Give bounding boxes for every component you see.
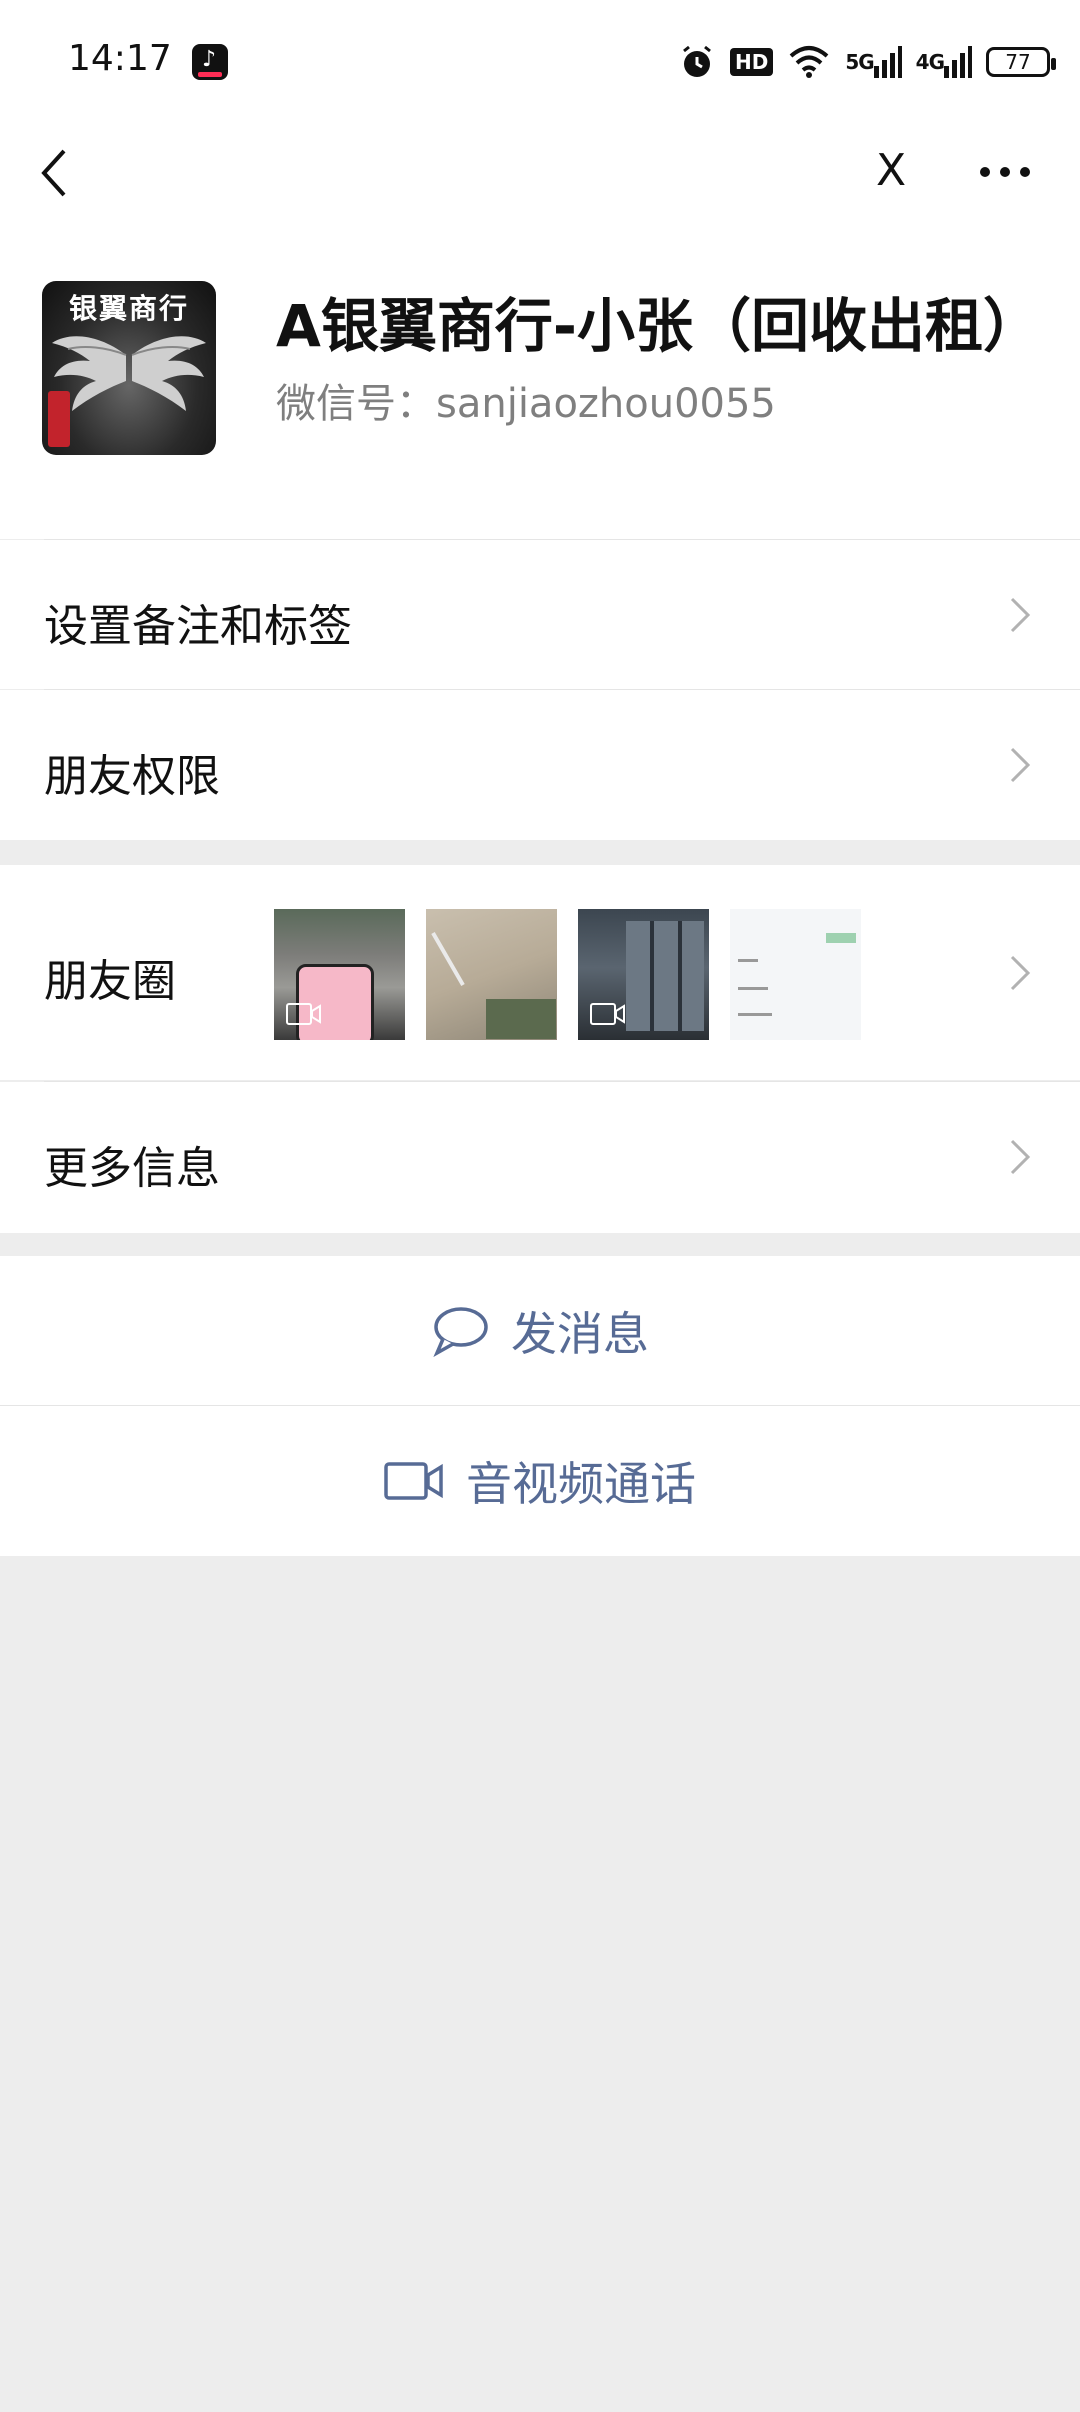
contact-name: A银翼商行-小张（回收出租） bbox=[276, 292, 1041, 360]
video-camera-icon bbox=[384, 1462, 443, 1500]
signal-4g-icon: 4G bbox=[916, 46, 972, 78]
alarm-icon bbox=[678, 43, 716, 81]
more-options-icon[interactable] bbox=[980, 167, 1030, 177]
chevron-right-icon bbox=[1010, 747, 1031, 783]
remark-label: 设置备注和标签 bbox=[44, 601, 352, 652]
avatar[interactable]: 银翼商行 bbox=[42, 281, 216, 455]
chat-bubble-icon bbox=[433, 1306, 488, 1357]
close-button[interactable]: X bbox=[876, 145, 906, 196]
moments-thumbnail[interactable] bbox=[274, 909, 405, 1040]
moments-thumbnail[interactable] bbox=[730, 909, 861, 1040]
moments-thumbnail[interactable] bbox=[426, 909, 557, 1040]
send-message-label: 发消息 bbox=[511, 1306, 649, 1361]
chevron-right-icon bbox=[1010, 955, 1031, 991]
moments-label: 朋友圈 bbox=[44, 956, 176, 1007]
video-icon bbox=[286, 1003, 321, 1025]
send-message-button[interactable]: 发消息 bbox=[0, 1256, 1080, 1405]
battery-icon: 77 bbox=[986, 47, 1056, 77]
permissions-label: 朋友权限 bbox=[44, 751, 220, 802]
profile-header: 银翼商行 A银翼商行-小张（回收出租） 微信号：sanjiaozhou0055 bbox=[0, 221, 1080, 539]
video-call-button[interactable]: 音视频通话 bbox=[0, 1406, 1080, 1556]
chevron-right-icon bbox=[1010, 1139, 1031, 1175]
moments-thumbnail[interactable] bbox=[578, 909, 709, 1040]
remark-and-tags-row[interactable]: 设置备注和标签 bbox=[0, 540, 1080, 689]
friend-permissions-row[interactable]: 朋友权限 bbox=[0, 690, 1080, 840]
seal-stamp bbox=[48, 391, 70, 447]
tiktok-notification-icon: ♪ bbox=[192, 44, 228, 80]
chevron-right-icon bbox=[1010, 597, 1031, 633]
more-info-label: 更多信息 bbox=[44, 1143, 220, 1194]
right-wing-icon bbox=[131, 336, 206, 411]
signal-5g-icon: 5G bbox=[845, 46, 902, 78]
moments-thumbnails bbox=[274, 909, 861, 1040]
video-icon bbox=[590, 1003, 625, 1025]
wifi-icon bbox=[787, 44, 831, 80]
wechat-id: 微信号：sanjiaozhou0055 bbox=[276, 381, 776, 427]
avatar-text: 银翼商行 bbox=[68, 292, 189, 325]
top-nav: X bbox=[0, 125, 1080, 221]
moments-row[interactable]: 朋友圈 bbox=[0, 865, 1080, 1080]
more-info-row[interactable]: 更多信息 bbox=[0, 1082, 1080, 1233]
status-time: 14:17 bbox=[68, 38, 172, 79]
status-bar: 14:17 ♪ HD 5G 4G 77 bbox=[0, 0, 1080, 125]
hd-icon: HD bbox=[729, 48, 774, 76]
back-icon[interactable] bbox=[36, 145, 76, 201]
video-call-label: 音视频通话 bbox=[466, 1457, 696, 1511]
